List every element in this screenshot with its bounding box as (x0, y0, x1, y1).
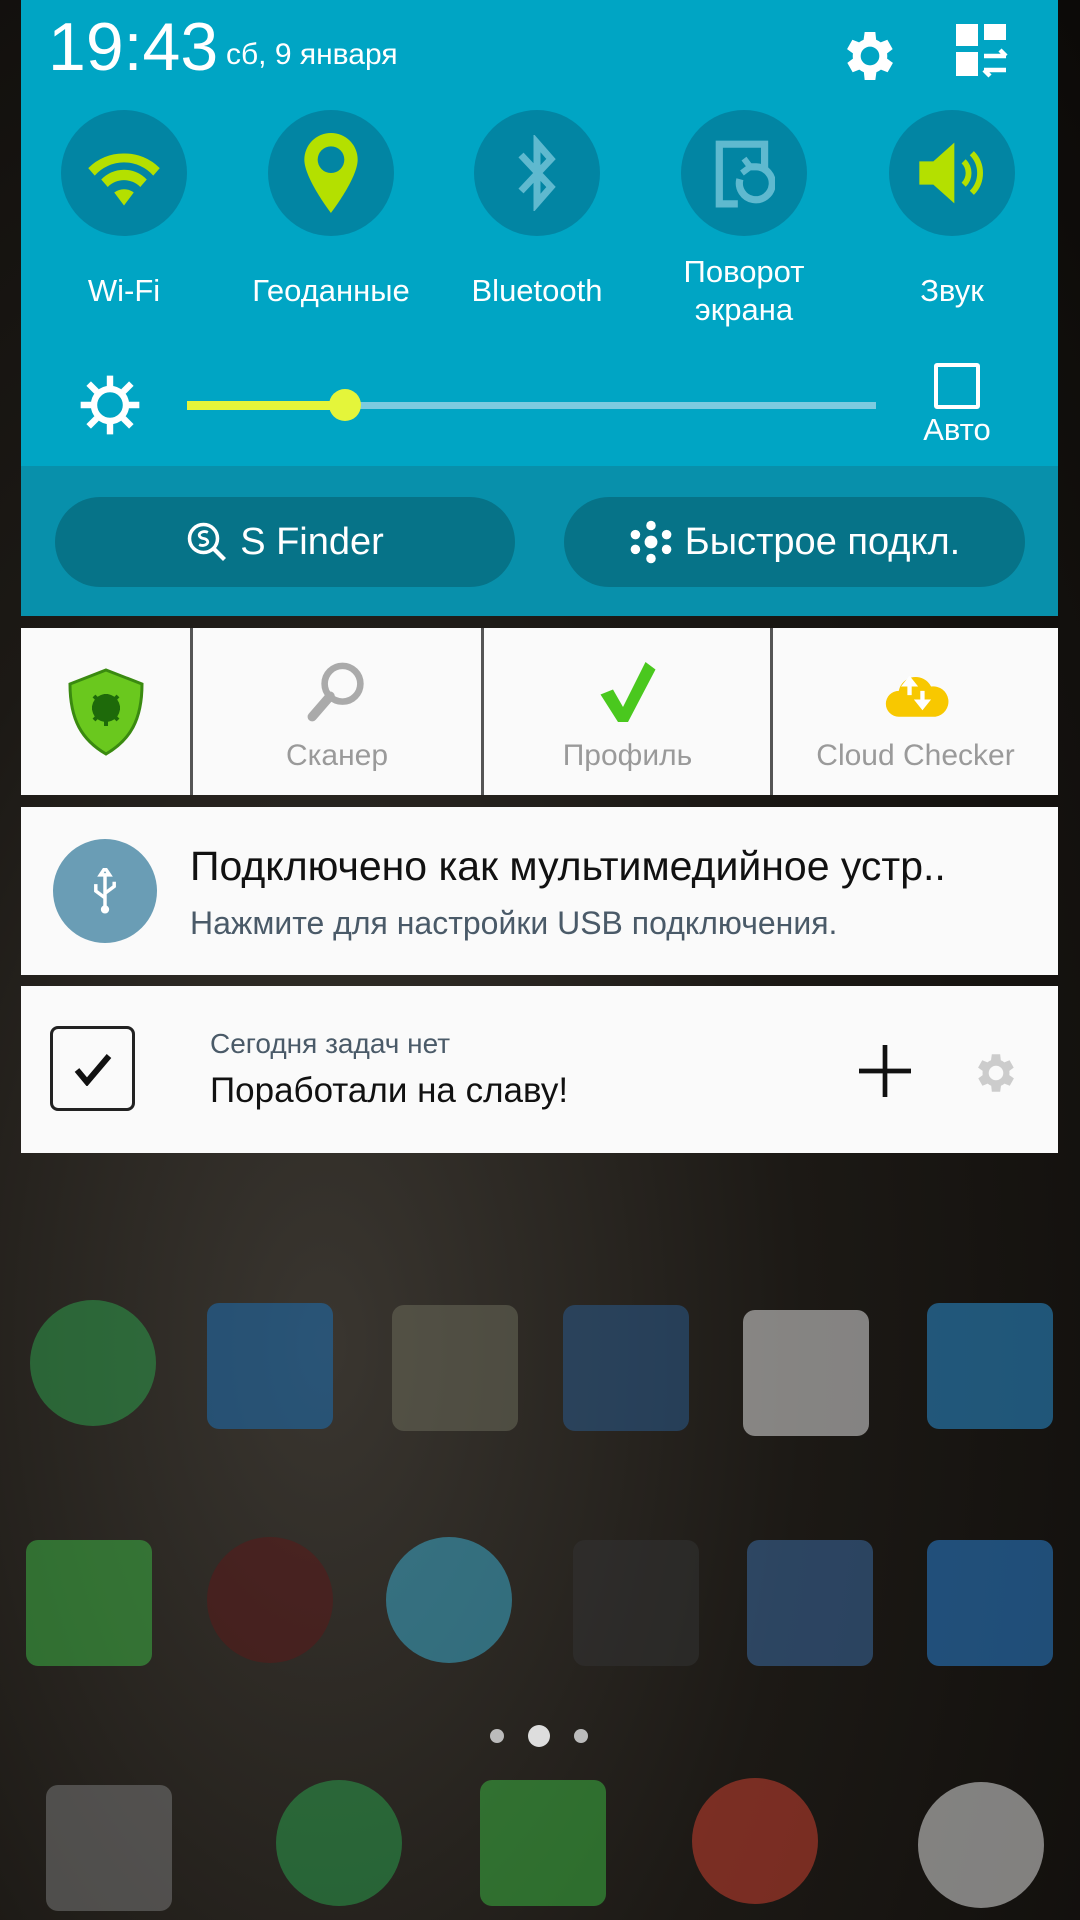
auto-brightness-label: Авто (923, 412, 991, 447)
app-icon-zaycev[interactable] (573, 1540, 699, 1666)
location-icon (304, 133, 358, 213)
dock-camera[interactable] (46, 1785, 172, 1911)
drweb-shield-icon (67, 667, 144, 756)
drweb-profile-label: Профиль (562, 739, 693, 772)
drweb-scanner-label: Сканер (285, 739, 389, 772)
dock-app-drawer[interactable] (918, 1782, 1044, 1908)
brightness-icon (80, 375, 140, 435)
toggle-label-rotation-line2: экрана (694, 292, 794, 327)
drweb-profile-button[interactable]: Профиль (484, 628, 771, 795)
drweb-cloud-checker-label: Cloud Checker (816, 739, 1015, 772)
toggle-location[interactable] (268, 110, 394, 236)
wifi-icon (88, 153, 160, 206)
cloud-sync-icon (885, 675, 948, 717)
gear-icon[interactable] (838, 24, 902, 88)
toggle-label-location: Геоданные (252, 273, 410, 308)
app-icon-play-store[interactable] (743, 1310, 869, 1436)
app-icon-evernote-skitch[interactable] (30, 1300, 156, 1426)
check-icon (74, 1053, 111, 1086)
edit-quick-settings-icon[interactable] (954, 22, 1010, 78)
app-icon-dropbox[interactable] (927, 1540, 1053, 1666)
usb-icon-circle (53, 839, 157, 943)
toggle-wifi[interactable] (61, 110, 187, 236)
todo-notification: Сегодня задач нет Поработали на славу! (21, 986, 1058, 1153)
app-icon-yandex[interactable] (392, 1305, 518, 1431)
s-finder-button[interactable]: S Finder (55, 497, 515, 587)
todo-settings-gear-icon[interactable] (971, 1048, 1021, 1098)
usb-notification-title: Подключено как мультимедийное устр.. (190, 843, 946, 889)
app-icon-twitter[interactable] (927, 1303, 1053, 1429)
toggle-label-rotation-line1: Поворот (683, 254, 805, 289)
dock-phone[interactable] (480, 1780, 606, 1906)
toggle-bluetooth[interactable] (474, 110, 600, 236)
todo-title: Поработали на славу! (210, 1071, 569, 1110)
page-indicator-dot (490, 1729, 504, 1743)
drweb-scanner-button[interactable]: Сканер (193, 628, 481, 795)
page-indicator-dot-active (528, 1725, 550, 1747)
toggle-label-rotation: Поворот экрана (644, 253, 844, 329)
clock: 19:43 (48, 9, 219, 85)
date: сб, 9 января (226, 38, 398, 71)
toggle-screen-rotation[interactable] (681, 110, 807, 236)
app-icon-quickpic[interactable] (207, 1303, 333, 1429)
todo-subtitle: Сегодня задач нет (210, 1028, 451, 1059)
add-task-icon[interactable] (859, 1045, 911, 1097)
bluetooth-icon (518, 135, 556, 211)
quick-connect-label: Быстрое подкл. (684, 520, 961, 563)
app-icon-flashlight[interactable] (207, 1537, 333, 1663)
usb-icon (94, 868, 116, 914)
auto-brightness-checkbox[interactable] (934, 363, 980, 409)
checkmark-icon (600, 662, 655, 722)
brightness-slider-fill (187, 401, 346, 410)
toggle-label-bluetooth: Bluetooth (471, 273, 603, 308)
drweb-notification: Сканер Профиль Cloud Checker (21, 628, 1058, 795)
drweb-logo-cell[interactable] (21, 628, 190, 795)
app-icon-es-explorer[interactable] (563, 1305, 689, 1431)
toggle-sound[interactable] (889, 110, 1015, 236)
app-icon-music[interactable] (386, 1537, 512, 1663)
sound-icon (919, 142, 983, 204)
todo-checkbox[interactable] (50, 1026, 135, 1111)
quick-connect-button[interactable]: Быстрое подкл. (564, 497, 1025, 587)
dock-chrome[interactable] (692, 1778, 818, 1904)
drweb-cloud-checker-button[interactable]: Cloud Checker (773, 628, 1058, 795)
quick-connect-icon (630, 520, 672, 564)
s-finder-icon (187, 522, 227, 561)
screen-rotation-icon (715, 140, 775, 208)
page-indicator-dot (574, 1729, 588, 1743)
app-icon-evernote[interactable] (26, 1540, 152, 1666)
app-icon-vk[interactable] (747, 1540, 873, 1666)
dock-hangouts[interactable] (276, 1780, 402, 1906)
toggle-label-sound: Звук (920, 273, 984, 308)
magnifier-icon (307, 662, 364, 722)
s-finder-label: S Finder (240, 520, 384, 563)
usb-notification-subtitle: Нажмите для настройки USB подключения. (190, 905, 838, 941)
toggle-label-wifi: Wi-Fi (87, 273, 161, 308)
usb-notification[interactable]: Подключено как мультимедийное устр.. Наж… (21, 807, 1058, 975)
